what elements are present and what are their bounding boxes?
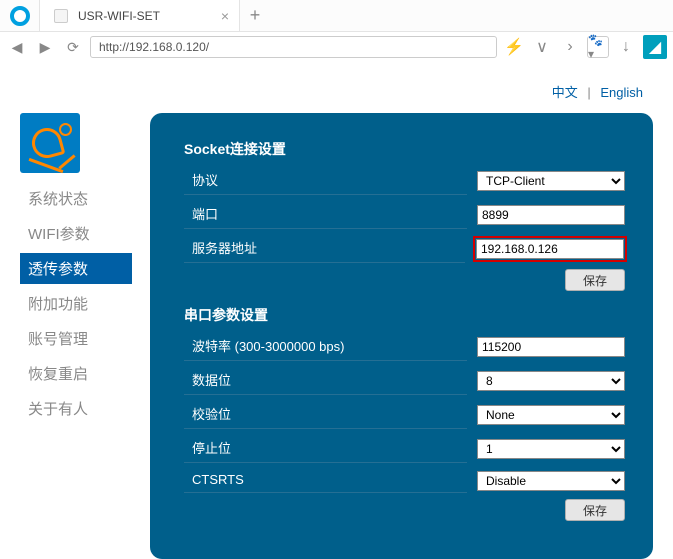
port-input[interactable] <box>477 205 625 225</box>
sidebar-item-status[interactable]: 系统状态 <box>20 183 132 214</box>
baud-label: 波特率 (300-3000000 bps) <box>184 333 467 361</box>
baud-input[interactable] <box>477 337 625 357</box>
lang-en[interactable]: English <box>600 85 643 100</box>
parity-select[interactable]: None <box>477 405 625 425</box>
sidebar-item-extra[interactable]: 附加功能 <box>20 288 132 319</box>
dropdown-icon[interactable]: ∨ <box>531 36 553 58</box>
protocol-select[interactable]: TCP-Client <box>477 171 625 191</box>
flash-icon[interactable]: ⚡ <box>503 36 525 58</box>
stopbits-label: 停止位 <box>184 435 467 463</box>
settings-panel: Socket连接设置 协议 TCP-Client 端口 服务器地址 保存 串口参… <box>150 113 653 559</box>
browser-logo <box>0 0 40 31</box>
app-icon[interactable]: ◢ <box>643 35 667 59</box>
reload-button[interactable]: ⟳ <box>62 36 84 58</box>
lang-zh[interactable]: 中文 <box>552 85 578 100</box>
serial-save-button[interactable]: 保存 <box>565 499 625 521</box>
tab-title: USR-WIFI-SET <box>78 9 160 23</box>
browser-tab[interactable]: USR-WIFI-SET × <box>40 0 240 31</box>
download-icon[interactable]: ↓ <box>615 36 637 58</box>
socket-section-title: Socket连接设置 <box>184 139 625 159</box>
ctsrts-label: CTSRTS <box>184 469 467 493</box>
databits-label: 数据位 <box>184 367 467 395</box>
url-bar[interactable]: http://192.168.0.120/ <box>90 36 497 58</box>
forward-button[interactable]: ▶ <box>34 36 56 58</box>
parity-label: 校验位 <box>184 401 467 429</box>
sidebar-item-restore[interactable]: 恢复重启 <box>20 358 132 389</box>
stopbits-select[interactable]: 1 <box>477 439 625 459</box>
sidebar-item-account[interactable]: 账号管理 <box>20 323 132 354</box>
serial-section-title: 串口参数设置 <box>184 305 625 325</box>
port-label: 端口 <box>184 201 467 229</box>
more-icon[interactable]: › <box>559 36 581 58</box>
databits-select[interactable]: 8 <box>477 371 625 391</box>
tab-favicon <box>54 9 68 23</box>
new-tab-button[interactable]: + <box>240 0 270 31</box>
brand-logo <box>20 113 80 173</box>
back-button[interactable]: ◀ <box>6 36 28 58</box>
close-icon[interactable]: × <box>221 8 229 24</box>
sidebar-item-about[interactable]: 关于有人 <box>20 393 132 424</box>
paw-icon[interactable]: 🐾▾ <box>587 36 609 58</box>
server-input[interactable] <box>476 239 624 259</box>
sidebar-item-transparent[interactable]: 透传参数 <box>20 253 132 284</box>
sidebar-item-wifi[interactable]: WIFI参数 <box>20 218 132 249</box>
ctsrts-select[interactable]: Disable <box>477 471 625 491</box>
server-label: 服务器地址 <box>184 235 465 263</box>
socket-save-button[interactable]: 保存 <box>565 269 625 291</box>
protocol-label: 协议 <box>184 167 467 195</box>
language-switch: 中文 | English <box>20 82 653 101</box>
